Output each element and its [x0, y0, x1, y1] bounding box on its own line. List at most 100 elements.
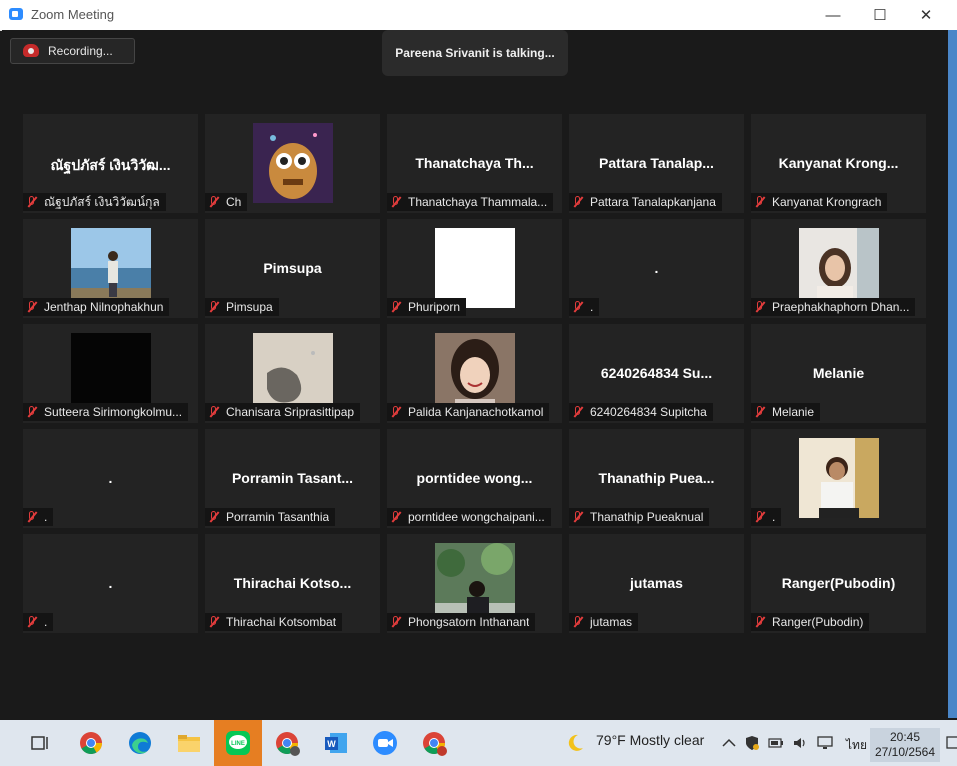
participant-tile[interactable]: ..	[23, 429, 198, 528]
windows-taskbar: LINE W 79°F Mostly clear ไทย 20:45 27/10…	[0, 720, 957, 766]
participant-tile[interactable]: porntidee wong... porntidee wongchaipani.…	[387, 429, 562, 528]
participant-name-bar: Pimsupa	[205, 298, 279, 316]
muted-microphone-icon	[207, 196, 221, 208]
muted-microphone-icon	[571, 616, 585, 628]
participant-tile[interactable]: jutamas jutamas	[569, 534, 744, 633]
participant-name-label: Palida Kanjanachotkamol	[408, 405, 544, 419]
line-icon[interactable]: LINE	[224, 729, 252, 757]
participant-display-name: 6240264834 Su...	[600, 365, 713, 381]
participant-name-bar: porntidee wongchaipani...	[387, 508, 551, 526]
participant-tile[interactable]: Phongsatorn Inthanant	[387, 534, 562, 633]
participant-name-bar: Phuriporn	[387, 298, 467, 316]
chevron-up-icon[interactable]	[722, 738, 736, 748]
speaker-icon[interactable]	[792, 736, 808, 750]
participant-name-bar: .	[569, 298, 600, 316]
participant-video	[253, 123, 333, 203]
participant-display-name: jutamas	[630, 575, 683, 591]
participant-tile[interactable]: 6240264834 Su... 6240264834 Supitcha	[569, 324, 744, 423]
participant-tile[interactable]: Pattara Tanalap... Pattara Tanalapkanjana	[569, 114, 744, 213]
word-icon[interactable]: W	[322, 729, 350, 757]
muted-microphone-icon	[25, 301, 39, 313]
muted-microphone-icon	[571, 406, 585, 418]
participant-tile[interactable]: Palida Kanjanachotkamol	[387, 324, 562, 423]
participant-tile[interactable]: ณัฐปภัสร์ เงินวิวัฒ... ณัฐปภัสร์ เงินวิวั…	[23, 114, 198, 213]
maximize-button[interactable]: ☐	[857, 0, 903, 30]
meeting-area: Recording... Pareena Srivanit is talking…	[2, 30, 948, 718]
participant-name-label: Praephakhaphorn Dhan...	[772, 300, 910, 314]
chrome-profile-l-icon[interactable]	[420, 729, 448, 757]
participant-display-name: Kanyanat Krong...	[778, 155, 899, 171]
zoom-icon[interactable]	[371, 729, 399, 757]
participant-name-label: Thanatchaya Thammala...	[408, 195, 548, 209]
participant-name-label: Pimsupa	[226, 300, 273, 314]
clock[interactable]: 20:45 27/10/2564	[870, 728, 940, 762]
participant-tile[interactable]: Melanie Melanie	[751, 324, 926, 423]
notification-icon[interactable]	[946, 735, 957, 751]
participant-tile[interactable]: Pimsupa Pimsupa	[205, 219, 380, 318]
chrome-icon[interactable]	[77, 729, 105, 757]
participant-display-name: ณัฐปภัสร์ เงินวิวัฒ...	[50, 157, 171, 173]
participant-name-label: .	[44, 510, 48, 524]
participant-display-name: porntidee wong...	[416, 470, 533, 486]
participant-name-bar: Chanisara Sriprasittipap	[205, 403, 361, 421]
participant-display-name: .	[108, 575, 113, 591]
participant-tile[interactable]: .	[751, 429, 926, 528]
muted-microphone-icon	[389, 196, 403, 208]
muted-microphone-icon	[25, 616, 39, 628]
participant-tile[interactable]: Thanathip Puea... Thanathip Pueaknual	[569, 429, 744, 528]
participant-tile[interactable]: Jenthap Nilnophakhun	[23, 219, 198, 318]
participant-tile[interactable]: Thirachai Kotso... Thirachai Kotsombat	[205, 534, 380, 633]
participant-name-bar: Thanatchaya Thammala...	[387, 193, 554, 211]
participant-display-name: Thanatchaya Th...	[415, 155, 534, 171]
muted-microphone-icon	[207, 616, 221, 628]
file-explorer-icon[interactable]	[175, 729, 203, 757]
participant-name-bar: Sutteera Sirimongkolmu...	[23, 403, 189, 421]
participant-name-bar: Jenthap Nilnophakhun	[23, 298, 170, 316]
participant-tile[interactable]: Sutteera Sirimongkolmu...	[23, 324, 198, 423]
participant-tile[interactable]: Ch	[205, 114, 380, 213]
participant-name-label: .	[772, 510, 776, 524]
desktop-edge	[948, 30, 957, 718]
participant-name-label: Thanathip Pueaknual	[590, 510, 704, 524]
weather-text[interactable]: 79°F Mostly clear	[596, 732, 704, 748]
participant-tile[interactable]: ..	[23, 534, 198, 633]
input-language[interactable]: ไทย	[846, 736, 867, 755]
recording-icon	[23, 44, 39, 57]
muted-microphone-icon	[207, 406, 221, 418]
edge-icon[interactable]	[126, 729, 154, 757]
participant-video	[253, 333, 333, 413]
participant-tile[interactable]: Praephakhaphorn Dhan...	[751, 219, 926, 318]
participant-display-name: .	[108, 470, 113, 486]
muted-microphone-icon	[571, 301, 585, 313]
participant-name-bar: 6240264834 Supitcha	[569, 403, 713, 421]
moon-weather-icon[interactable]	[564, 732, 586, 754]
chrome-profile-a-icon[interactable]	[273, 729, 301, 757]
participant-name-label: Jenthap Nilnophakhun	[44, 300, 164, 314]
minimize-button[interactable]: —	[810, 0, 856, 30]
participant-video	[799, 228, 879, 308]
clock-date: 27/10/2564	[874, 745, 936, 759]
network-icon[interactable]	[816, 735, 834, 751]
participant-tile[interactable]: Ranger(Pubodin) Ranger(Pubodin)	[751, 534, 926, 633]
participant-tile[interactable]: Phuriporn	[387, 219, 562, 318]
security-shield-icon[interactable]	[744, 735, 760, 751]
participant-tile[interactable]: Thanatchaya Th... Thanatchaya Thammala...	[387, 114, 562, 213]
task-view-icon[interactable]	[26, 729, 54, 757]
recording-label: Recording...	[48, 44, 113, 58]
participant-tile[interactable]: Chanisara Sriprasittipap	[205, 324, 380, 423]
title-bar: Zoom Meeting — ☐ ✕	[0, 0, 957, 31]
participant-name-bar: Porramin Tasanthia	[205, 508, 336, 526]
muted-microphone-icon	[753, 511, 767, 523]
participant-display-name: Thanathip Puea...	[598, 470, 715, 486]
participant-tile[interactable]: Porramin Tasant... Porramin Tasanthia	[205, 429, 380, 528]
participant-tile[interactable]: Kanyanat Krong... Kanyanat Krongrach	[751, 114, 926, 213]
battery-icon[interactable]	[768, 736, 784, 750]
participant-tile[interactable]: ..	[569, 219, 744, 318]
participant-name-bar: .	[23, 613, 54, 631]
recording-indicator[interactable]: Recording...	[10, 38, 135, 64]
participant-name-bar: Phongsatorn Inthanant	[387, 613, 536, 631]
participant-video	[71, 228, 151, 308]
participant-display-name: Pattara Tanalap...	[599, 155, 714, 171]
muted-microphone-icon	[571, 196, 585, 208]
close-button[interactable]: ✕	[903, 0, 949, 30]
